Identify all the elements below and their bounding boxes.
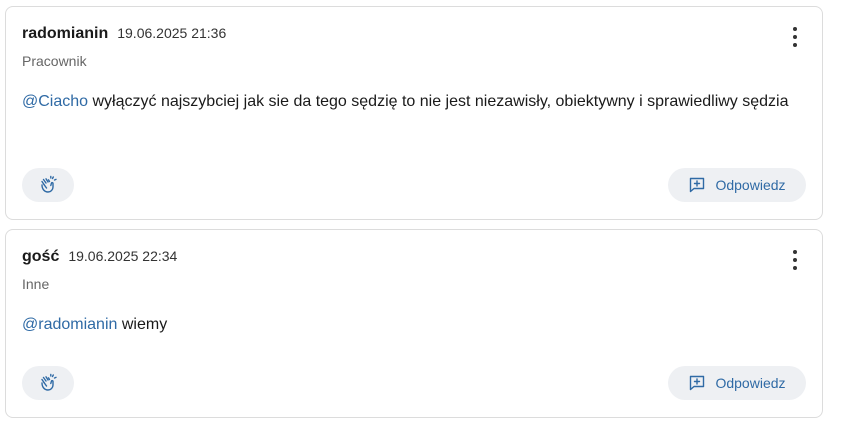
comment-card: gość 19.06.2025 22:34 Inne @radomianin w… <box>5 229 823 418</box>
vertical-dots-icon <box>793 35 797 39</box>
mention-link[interactable]: @radomianin <box>22 316 117 333</box>
comment-menu-button[interactable] <box>786 27 804 47</box>
author-role: Pracownik <box>22 53 87 69</box>
comment-card: radomianin 19.06.2025 21:36 Pracownik @C… <box>5 6 823 220</box>
reply-plus-icon <box>688 176 706 194</box>
vertical-dots-icon <box>793 27 797 31</box>
comment-body: @Ciacho wyłączyć najszybciej jak sie da … <box>22 89 806 114</box>
comment-date: 19.06.2025 22:34 <box>68 248 178 264</box>
reply-label: Odpowiedz <box>715 375 786 391</box>
vertical-dots-icon <box>793 258 797 262</box>
comment-body: @radomianin wiemy <box>22 312 806 337</box>
comment-date: 19.06.2025 21:36 <box>117 25 227 41</box>
vertical-dots-icon <box>793 43 797 47</box>
comment-header: radomianin 19.06.2025 21:36 <box>22 25 226 43</box>
clapping-hands-icon <box>38 175 58 195</box>
reply-button[interactable]: Odpowiedz <box>668 366 806 400</box>
comment-text: wiemy <box>117 316 168 333</box>
vertical-dots-icon <box>793 250 797 254</box>
reply-button[interactable]: Odpowiedz <box>668 168 806 202</box>
reply-plus-icon <box>688 374 706 392</box>
mention-link[interactable]: @Ciacho <box>22 93 88 110</box>
comment-menu-button[interactable] <box>786 250 804 270</box>
react-button[interactable] <box>22 366 74 400</box>
comment-author[interactable]: gość <box>22 248 59 266</box>
clapping-hands-icon <box>38 373 58 393</box>
vertical-dots-icon <box>793 266 797 270</box>
react-button[interactable] <box>22 168 74 202</box>
author-role: Inne <box>22 276 50 292</box>
comment-header: gość 19.06.2025 22:34 <box>22 248 177 266</box>
reply-label: Odpowiedz <box>715 177 786 193</box>
comment-author[interactable]: radomianin <box>22 25 108 43</box>
comment-text: wyłączyć najszybciej jak sie da tego sęd… <box>88 93 789 110</box>
